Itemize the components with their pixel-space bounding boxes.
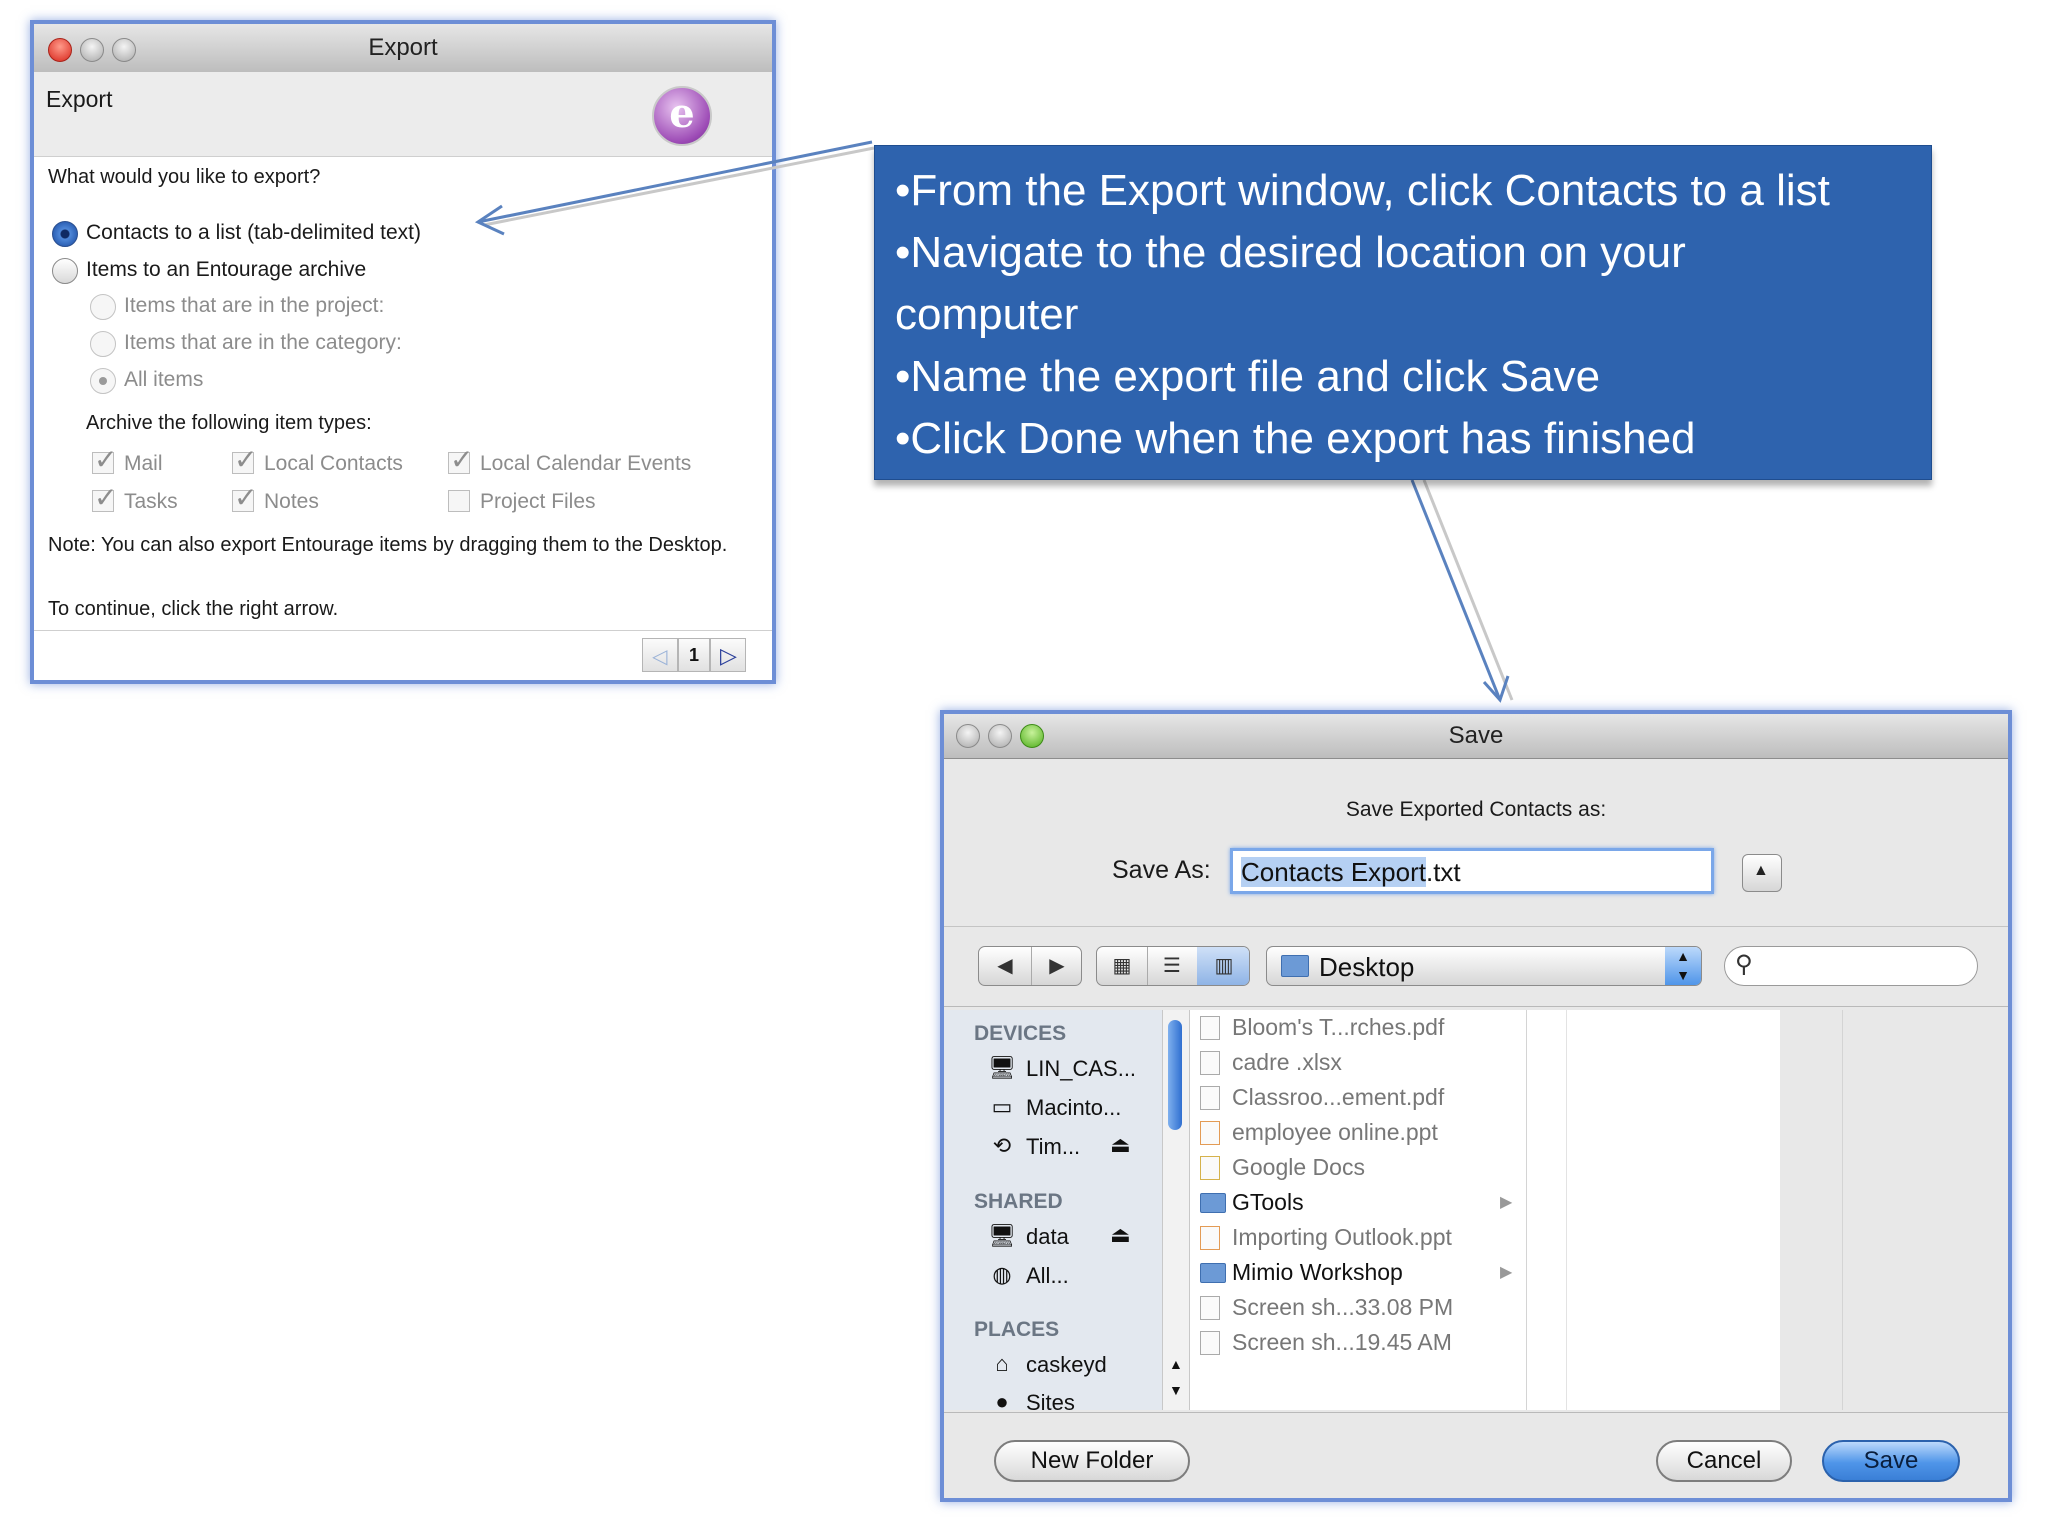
pdf-file-icon	[1200, 1086, 1220, 1110]
callout-line-2: •Navigate to the desired location on you…	[895, 228, 1686, 277]
divider	[944, 926, 2008, 927]
save-prompt: Save Exported Contacts as:	[1345, 798, 1607, 821]
sidebar-item-macintosh[interactable]: Macinto...	[1026, 1095, 1121, 1121]
callout-line-1: •From the Export window, click Contacts …	[895, 166, 1830, 215]
file-item[interactable]: employee online.ppt	[1232, 1119, 1438, 1146]
folder-item[interactable]: Mimio Workshop	[1232, 1259, 1403, 1286]
chevron-right-icon: ▶	[1500, 1264, 1513, 1281]
ppt-file-icon	[1200, 1226, 1220, 1250]
file-item[interactable]: Classroo...ement.pdf	[1232, 1084, 1444, 1111]
sidebar-item-tim[interactable]: Tim...	[1026, 1134, 1080, 1160]
pdf-file-icon	[1200, 1016, 1220, 1040]
save-titlebar: Save	[944, 714, 2008, 759]
file-item[interactable]: Google Docs	[1232, 1154, 1365, 1181]
column-divider	[1566, 1010, 1567, 1410]
column-divider	[1526, 1010, 1527, 1410]
sidebar-devices-heading[interactable]: DEVICES	[974, 1022, 1066, 1046]
view-mode-buttons: ▦ ☰ ▥	[1096, 946, 1250, 986]
google-docs-icon	[1200, 1156, 1220, 1180]
new-folder-button[interactable]: New Folder	[994, 1440, 1190, 1482]
file-item[interactable]: Importing Outlook.ppt	[1232, 1224, 1452, 1251]
sidebar-item-data[interactable]: data	[1026, 1224, 1069, 1250]
instruction-callout: •From the Export window, click Contacts …	[874, 145, 1932, 480]
computer-icon: 🖥	[988, 1055, 1016, 1080]
file-item[interactable]: Screen sh...19.45 AM	[1232, 1329, 1452, 1356]
divider	[944, 1006, 2008, 1007]
expand-dialog-button[interactable]: ▲	[1742, 854, 1782, 892]
callout-line-4: •Name the export file and click Save	[895, 352, 1601, 401]
filename-extension: .txt	[1425, 857, 1461, 887]
sidebar-item-all[interactable]: All...	[1026, 1263, 1069, 1289]
scrollbar-thumb[interactable]	[1168, 1020, 1182, 1130]
stepper-arrows-icon: ▲ ▼	[1665, 947, 1701, 985]
cancel-button[interactable]: Cancel	[1656, 1440, 1792, 1482]
save-button[interactable]: Save	[1822, 1440, 1960, 1482]
save-as-field[interactable]: Contacts Export.txt	[1230, 848, 1714, 894]
ppt-file-icon	[1200, 1121, 1220, 1145]
eject-icon[interactable]: ⏏	[1110, 1222, 1131, 1248]
folder-icon	[1281, 955, 1309, 977]
sidebar-item-caskeyd[interactable]: caskeyd	[1026, 1352, 1107, 1378]
filename-selected-text: Contacts Export	[1241, 857, 1426, 887]
save-dialog: Save Save Exported Contacts as: Save As:…	[940, 710, 2012, 1502]
forward-arrow-icon[interactable]: ▶	[1031, 947, 1083, 985]
location-popup[interactable]: Desktop ▲ ▼	[1266, 946, 1702, 986]
divider	[944, 1412, 2008, 1413]
back-arrow-icon[interactable]: ◀	[979, 947, 1032, 985]
search-field[interactable]: ⚲	[1724, 946, 1978, 986]
sidebar: DEVICES 🖥 LIN_CAS... ▭ Macinto... ⟲ Tim.…	[944, 1010, 1162, 1415]
eject-icon[interactable]: ⏏	[1110, 1132, 1131, 1158]
time-machine-icon: ⟲	[992, 1133, 1012, 1158]
sites-globe-icon: ●	[995, 1389, 1009, 1414]
save-as-label: Save As:	[1112, 856, 1211, 884]
scroll-down-icon[interactable]: ▼	[1169, 1382, 1183, 1398]
column-divider	[1842, 1010, 1843, 1410]
search-icon: ⚲	[1735, 951, 1753, 978]
image-file-icon	[1200, 1331, 1220, 1355]
callout-line-5: •Click Done when the export has finished	[895, 414, 1696, 463]
icon-view-icon[interactable]: ▦	[1097, 947, 1148, 985]
save-title: Save	[1448, 722, 1504, 749]
column-view-icon[interactable]: ▥	[1197, 947, 1249, 985]
triangle-up-icon: ▲	[1753, 862, 1769, 879]
sidebar-scrollbar[interactable]: ▲ ▼	[1162, 1010, 1190, 1410]
file-item[interactable]: Bloom's T...rches.pdf	[1232, 1014, 1444, 1041]
sidebar-shared-heading[interactable]: SHARED	[974, 1190, 1063, 1214]
network-globe-icon: ◍	[992, 1262, 1012, 1287]
sidebar-places-heading[interactable]: PLACES	[974, 1318, 1059, 1342]
file-browser: Bloom's T...rches.pdf cadre .xlsx Classr…	[1190, 1010, 1843, 1410]
scroll-up-icon[interactable]: ▲	[1169, 1356, 1183, 1372]
folder-icon	[1200, 1193, 1226, 1213]
file-item[interactable]: Screen sh...33.08 PM	[1232, 1294, 1453, 1321]
file-item[interactable]: cadre .xlsx	[1232, 1049, 1342, 1076]
back-forward-buttons: ◀ ▶	[978, 946, 1082, 986]
network-computer-icon: 🖥	[988, 1223, 1016, 1248]
xlsx-file-icon	[1200, 1051, 1220, 1075]
chevron-right-icon: ▶	[1500, 1194, 1513, 1211]
sidebar-item-lin-cas[interactable]: LIN_CAS...	[1026, 1056, 1136, 1082]
folder-item[interactable]: GTools	[1232, 1189, 1304, 1216]
location-label: Desktop	[1319, 952, 1415, 982]
callout-line-3: computer	[895, 290, 1079, 339]
hard-drive-icon: ▭	[991, 1094, 1013, 1119]
list-view-icon[interactable]: ☰	[1147, 947, 1198, 985]
image-file-icon	[1200, 1296, 1220, 1320]
home-icon: ⌂	[995, 1351, 1009, 1376]
folder-icon	[1200, 1263, 1226, 1283]
